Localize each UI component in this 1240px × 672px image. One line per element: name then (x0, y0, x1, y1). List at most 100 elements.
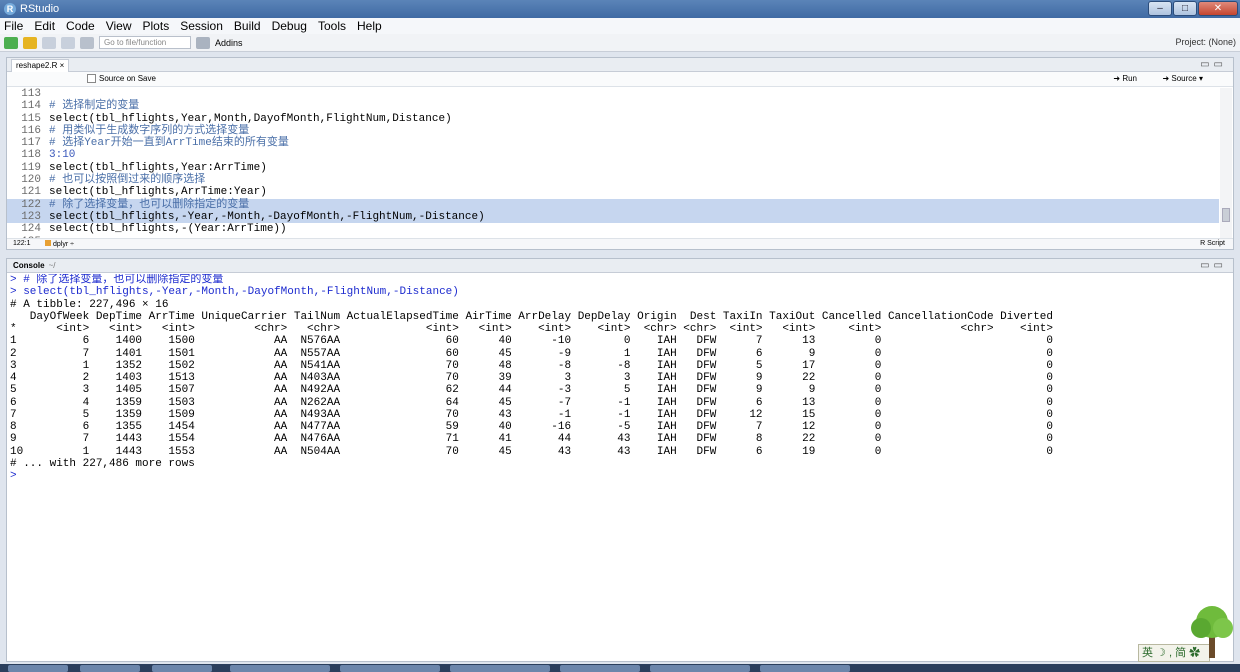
window-title: RStudio (20, 3, 60, 15)
code-line[interactable]: 121 select(tbl_hflights,ArrTime:Year) (7, 186, 1219, 198)
console-title: Console ~/ (13, 261, 55, 270)
scrollbar-thumb[interactable] (1222, 208, 1230, 222)
menu-debug[interactable]: Debug (272, 19, 307, 33)
window-controls: – □ ✕ (1148, 1, 1238, 16)
goto-file-input[interactable]: Go to file/function (99, 36, 191, 49)
menu-plots[interactable]: Plots (143, 19, 170, 33)
code-text: 3:10 (49, 149, 76, 162)
line-number: 118 (21, 149, 41, 162)
taskbar-button[interactable] (760, 665, 850, 672)
taskbar-button[interactable] (8, 665, 68, 672)
run-button[interactable]: ➜ Run (1113, 74, 1137, 83)
taskbar-button[interactable] (650, 665, 750, 672)
code-line[interactable]: 119 select(tbl_hflights,Year:ArrTime) (7, 162, 1219, 174)
console-output-line: * <int> <int> <int> <chr> <chr> <int> <i… (10, 323, 1053, 335)
taskbar-button[interactable] (230, 665, 330, 672)
console-output-line: 2 7 1401 1501 AA N557AA 60 45 -9 1 IAH D… (10, 347, 1053, 360)
menu-session[interactable]: Session (180, 19, 223, 33)
code-line[interactable]: 116 # 用类似于生成数字序列的方式选择变量 (7, 125, 1219, 137)
code-text: # 除了选择变量，也可以删除指定的变量 (49, 198, 250, 211)
menu-view[interactable]: View (106, 19, 132, 33)
console-output-line: 4 2 1403 1513 AA N403AA 70 39 3 3 IAH DF… (10, 372, 1053, 384)
code-text: select(tbl_hflights,-(Year:ArrTime)) (49, 223, 287, 236)
title-bar: R RStudio – □ ✕ (0, 0, 1240, 18)
menu-tools[interactable]: Tools (318, 19, 346, 33)
menu-edit[interactable]: Edit (34, 19, 55, 33)
line-number: 114 (21, 100, 41, 113)
code-text: # 也可以按照倒过来的顺序选择 (49, 174, 206, 187)
open-file-icon[interactable] (23, 36, 37, 49)
code-line[interactable]: 122 # 除了选择变量，也可以删除指定的变量 (7, 198, 1219, 211)
editor-scrollbar[interactable] (1220, 88, 1232, 238)
source-on-save-checkbox[interactable] (87, 74, 96, 83)
console-output-line: 10 1 1443 1553 AA N504AA 70 45 43 43 IAH… (10, 445, 1053, 458)
code-line[interactable]: 113 (7, 88, 1219, 100)
source-toolbar: Source on Save ➜ Run ➜ Source ▾ (7, 72, 1233, 87)
console-minmax-icon[interactable]: ▭▭ (1200, 260, 1227, 271)
print-icon[interactable] (80, 36, 94, 49)
taskbar-button[interactable] (152, 665, 212, 672)
console-command: > select(tbl_hflights,-Year,-Month,-Dayo… (10, 286, 459, 299)
code-text: # 用类似于生成数字序列的方式选择变量 (49, 124, 250, 137)
grid-layout-icon[interactable] (196, 36, 210, 49)
close-icon[interactable]: ✕ (1198, 1, 1238, 16)
working-dir[interactable]: ~/ (49, 261, 56, 270)
minimize-icon[interactable]: – (1148, 1, 1172, 16)
code-text: select(tbl_hflights,Year,Month,DayofMont… (49, 112, 452, 125)
code-line[interactable]: 124 select(tbl_hflights,-(Year:ArrTime)) (7, 223, 1219, 235)
console-command: > # 除了选择变量，也可以删除指定的变量 (10, 274, 224, 286)
tree-icon (1191, 606, 1233, 658)
console-output[interactable]: > # 除了选择变量，也可以删除指定的变量 > select(tbl_hfligh… (7, 274, 1233, 659)
code-line[interactable]: 120 # 也可以按照倒过来的顺序选择 (7, 174, 1219, 186)
console-header: Console ~/ ▭▭ (7, 259, 1233, 273)
taskbar-button[interactable] (340, 665, 440, 672)
code-line[interactable]: 115 select(tbl_hflights,Year,Month,DayofM… (7, 113, 1219, 125)
line-number: 123 (21, 210, 41, 223)
pane-minmax-icon[interactable]: ▭▭ (1200, 59, 1227, 70)
console-pane: Console ~/ ▭▭ > # 除了选择变量，也可以删除指定的变量 > sele… (6, 258, 1234, 662)
code-line[interactable]: 118 3:10 (7, 149, 1219, 161)
source-button[interactable]: ➜ Source ▾ (1162, 74, 1203, 83)
source-pane: reshape2.R × ▭▭ Source on Save ➜ Run ➜ S… (6, 57, 1234, 250)
code-text: # 选择Year开始一直到ArrTime结束的所有变量 (49, 137, 289, 150)
console-output-line: 1 6 1400 1500 AA N576AA 60 40 -10 0 IAH … (10, 335, 1053, 348)
line-number: 122 (21, 198, 41, 211)
code-line[interactable]: 117 # 选择Year开始一直到ArrTime结束的所有变量 (7, 137, 1219, 149)
console-output-line: # ... with 227,486 more rows (10, 457, 195, 470)
menu-code[interactable]: Code (66, 19, 95, 33)
maximize-icon[interactable]: □ (1173, 1, 1197, 16)
console-output-line: 8 6 1355 1454 AA N477AA 59 40 -16 -5 IAH… (10, 421, 1053, 433)
save-icon[interactable] (42, 36, 56, 49)
close-tab-icon[interactable]: × (60, 61, 65, 70)
taskbar-button[interactable] (450, 665, 550, 672)
line-number: 120 (21, 174, 41, 187)
console-output-line: # A tibble: 227,496 × 16 (10, 298, 169, 311)
addins-menu[interactable]: Addins (215, 38, 243, 48)
console-output-line: 6 4 1359 1503 AA N262AA 64 45 -7 -1 IAH … (10, 396, 1053, 409)
menu-file[interactable]: File (4, 19, 23, 33)
tab-reshape2[interactable]: reshape2.R × (11, 59, 70, 72)
scope-icon (45, 240, 51, 246)
editor-statusbar: 122:1 dplyr ÷ R Script (7, 238, 1233, 249)
console-output-line: 5 3 1405 1507 AA N492AA 62 44 -3 5 IAH D… (10, 384, 1053, 397)
code-editor[interactable]: 113 114 # 选择制定的变量 115 select(tbl_hflights,Ye… (7, 88, 1219, 238)
code-text: select(tbl_hflights,Year:ArrTime) (49, 161, 267, 174)
cursor-position: 122:1 (13, 240, 31, 247)
menu-help[interactable]: Help (357, 19, 382, 33)
console-output-line: DayOfWeek DepTime ArrTime UniqueCarrier … (10, 310, 1053, 323)
project-menu[interactable]: Project: (None) (1175, 37, 1236, 47)
menu-build[interactable]: Build (234, 19, 261, 33)
scope-selector[interactable]: dplyr ÷ (45, 240, 74, 248)
taskbar-button[interactable] (560, 665, 640, 672)
scope-label: dplyr (53, 241, 69, 248)
code-line[interactable]: 114 # 选择制定的变量 (7, 100, 1219, 112)
save-all-icon[interactable] (61, 36, 75, 49)
new-file-icon[interactable] (4, 36, 18, 49)
run-arrow-icon: ➜ (1113, 74, 1123, 83)
taskbar-button[interactable] (80, 665, 140, 672)
source-on-save-label: Source on Save (99, 74, 156, 83)
code-line[interactable]: 123 select(tbl_hflights,-Year,-Month,-Day… (7, 210, 1219, 224)
console-output-line: 9 7 1443 1554 AA N476AA 71 41 44 43 IAH … (10, 433, 1053, 446)
file-type[interactable]: R Script (1200, 240, 1225, 247)
source-on-save-toggle[interactable]: Source on Save (87, 74, 156, 83)
